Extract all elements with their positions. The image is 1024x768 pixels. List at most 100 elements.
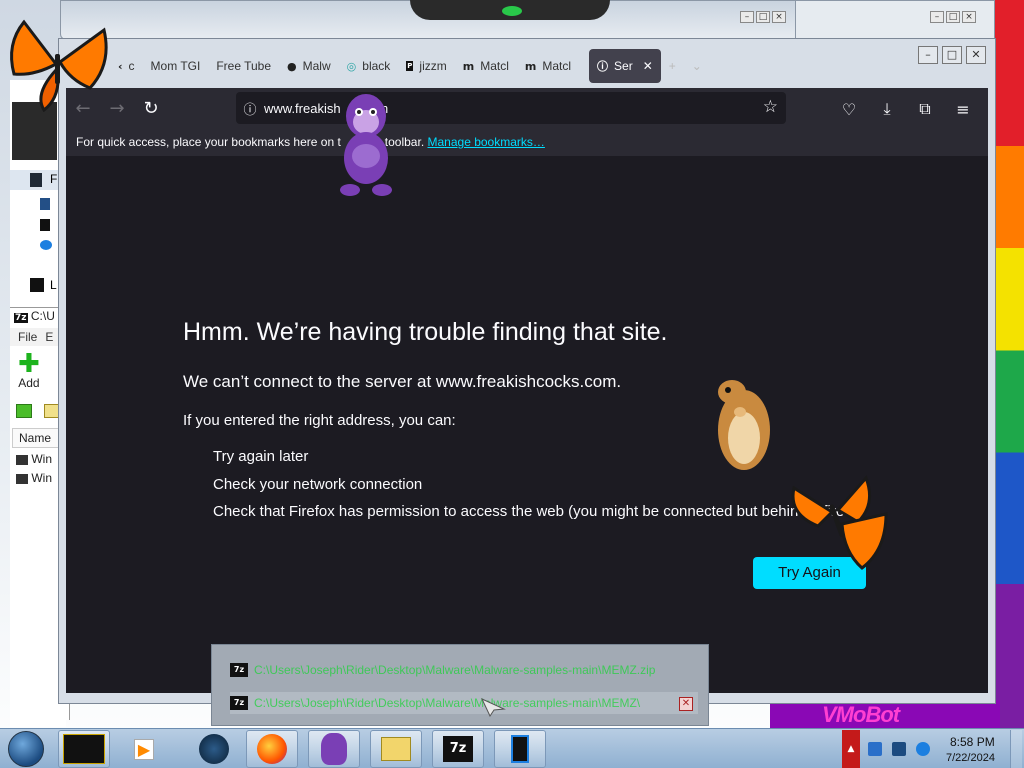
butterfly-icon[interactable] — [4, 14, 112, 112]
extensions-icon[interactable]: ⧉ — [908, 92, 942, 126]
bonzi-buddy-icon — [321, 733, 347, 765]
maximize-icon[interactable]: □ — [756, 11, 770, 23]
firefox-icon — [257, 734, 287, 764]
file-name: Win — [31, 471, 53, 485]
menu-edit[interactable]: E — [45, 330, 53, 344]
background-window-controls[interactable]: – □ × — [740, 11, 786, 23]
taskbar-item[interactable] — [370, 730, 422, 768]
tab-label: c — [128, 59, 135, 73]
tab[interactable]: ‹ c — [110, 49, 143, 83]
sevenzip-progress-popup[interactable]: 7z C:\Users\Joseph\Rider\Desktop\Malware… — [211, 644, 709, 726]
taskbar: ▶ 7z ▲ 8:58 PM 7/22/2024 — [0, 728, 1024, 768]
tab-label: Free Tube — [216, 59, 272, 73]
tab-active[interactable]: ⓘ Ser ✕ — [589, 49, 661, 83]
hamster-icon[interactable] — [710, 368, 778, 476]
maximize-icon[interactable]: □ — [942, 46, 962, 64]
add-label: Add — [18, 376, 40, 390]
plus-icon: ✚ — [18, 349, 40, 379]
tab-list-button[interactable]: ⌄ — [684, 49, 710, 83]
show-hidden-icons-button[interactable]: ▲ — [842, 730, 860, 768]
tab[interactable]: Free Tube — [208, 49, 279, 83]
7zip-icon: 7z — [230, 663, 248, 677]
tab[interactable]: Pjizzm — [398, 49, 454, 83]
minimize-icon[interactable]: – — [740, 11, 754, 23]
window-controls[interactable]: – □ ✕ — [918, 46, 986, 64]
minimize-icon[interactable]: – — [918, 46, 938, 64]
pocket-icon[interactable]: ♡ — [832, 92, 866, 126]
tray-app-icon[interactable] — [892, 742, 906, 756]
drive-icon — [30, 173, 42, 187]
tab-label: black — [362, 59, 391, 73]
taskbar-item[interactable]: ▶ — [118, 730, 170, 768]
site-icon: P — [406, 61, 414, 71]
drive-icon — [30, 278, 44, 292]
download-icon[interactable]: ⤓ — [870, 92, 904, 126]
reload-icon[interactable]: ↻ — [134, 91, 168, 125]
menu-icon[interactable]: ≡ — [946, 92, 980, 126]
taskbar-item[interactable] — [246, 730, 298, 768]
site-icon: m — [524, 59, 537, 73]
clock-date[interactable]: 7/22/2024 — [946, 752, 995, 764]
tray-app-icon[interactable] — [916, 742, 930, 756]
list-item: Check that Firefox has permission to acc… — [213, 503, 863, 531]
menu-file[interactable]: File — [18, 330, 37, 344]
taskbar-item[interactable] — [308, 730, 360, 768]
bookmark-star-icon[interactable]: ☆ — [763, 97, 778, 117]
tab[interactable]: m Matcl — [455, 49, 517, 83]
clock-time[interactable]: 8:58 PM — [950, 735, 995, 749]
rainbow-wallpaper-strip — [994, 0, 1024, 730]
butterfly-icon[interactable] — [788, 474, 892, 574]
sevenzip-title: 7z C:\U — [14, 309, 55, 323]
close-icon[interactable]: × — [772, 11, 786, 23]
device-icon — [40, 240, 52, 250]
file-row[interactable]: Win — [16, 452, 52, 466]
7zip-icon: 7z — [14, 313, 28, 323]
tray-app-icon[interactable] — [868, 742, 882, 756]
close-icon[interactable]: ✕ — [966, 46, 986, 64]
close-icon[interactable]: × — [962, 11, 976, 23]
explorer-row-label: L — [50, 278, 57, 292]
tab[interactable]: m Matcl — [517, 49, 579, 83]
green-led-icon — [502, 6, 522, 16]
up-folder-icon[interactable] — [16, 404, 32, 418]
7zip-icon: 7z — [230, 696, 248, 710]
new-tab-button[interactable]: + — [661, 49, 684, 83]
close-tab-icon[interactable]: ✕ — [643, 59, 653, 73]
github-icon: ● — [287, 59, 297, 73]
file-icon — [16, 454, 28, 465]
media-player-icon: ▶ — [133, 738, 155, 760]
cancel-icon[interactable]: ✕ — [679, 697, 693, 711]
info-icon: ⓘ — [597, 60, 609, 73]
tab-strip[interactable]: ‹ c Mom TGI Free Tube ● Malw ◎ black Pjizzm… — [110, 46, 900, 86]
explorer-row-label: F — [50, 172, 58, 186]
taskbar-item[interactable]: 7z — [432, 730, 484, 768]
file-row[interactable]: Win — [16, 471, 52, 485]
minimize-icon[interactable]: – — [930, 11, 944, 23]
tab[interactable]: ● Malw — [279, 49, 339, 83]
start-button[interactable] — [4, 730, 48, 768]
site-info-icon[interactable]: ⓘ — [236, 99, 264, 118]
taskbar-item[interactable] — [188, 730, 240, 768]
taskbar-item[interactable] — [494, 730, 546, 768]
tab-label: Ser — [614, 59, 633, 73]
tab[interactable]: Mom TGI — [143, 49, 209, 83]
maximize-icon[interactable]: □ — [946, 11, 960, 23]
background-window-controls-2[interactable]: – □ × — [930, 11, 976, 23]
advice-heading: If you entered the right address, you ca… — [183, 412, 456, 429]
file-name: Win — [31, 452, 53, 466]
bookmarks-toolbar: For quick access, place your bookmarks h… — [66, 128, 988, 156]
bonzi-buddy-icon[interactable] — [326, 86, 406, 198]
tablet-icon — [511, 735, 529, 763]
show-desktop-button[interactable] — [1010, 730, 1022, 768]
mouse-cursor-icon — [480, 697, 506, 717]
wallpaper-text: VMoBot — [822, 702, 900, 727]
taskbar-item[interactable] — [58, 730, 110, 768]
url-bar[interactable]: ⓘ www.freakish .com ☆ — [236, 92, 786, 124]
sevenzip-add-button[interactable]: ✚ Add — [18, 349, 40, 390]
globe-icon: ◎ — [346, 59, 357, 73]
tab[interactable]: ◎ black — [339, 49, 399, 83]
manage-bookmarks-link[interactable]: Manage bookmarks… — [428, 135, 545, 149]
toolbar-actions: ♡ ⤓ ⧉ ≡ — [832, 92, 980, 126]
tab-label: Mom TGI — [150, 59, 201, 73]
tab-icon: ‹ — [118, 59, 123, 73]
